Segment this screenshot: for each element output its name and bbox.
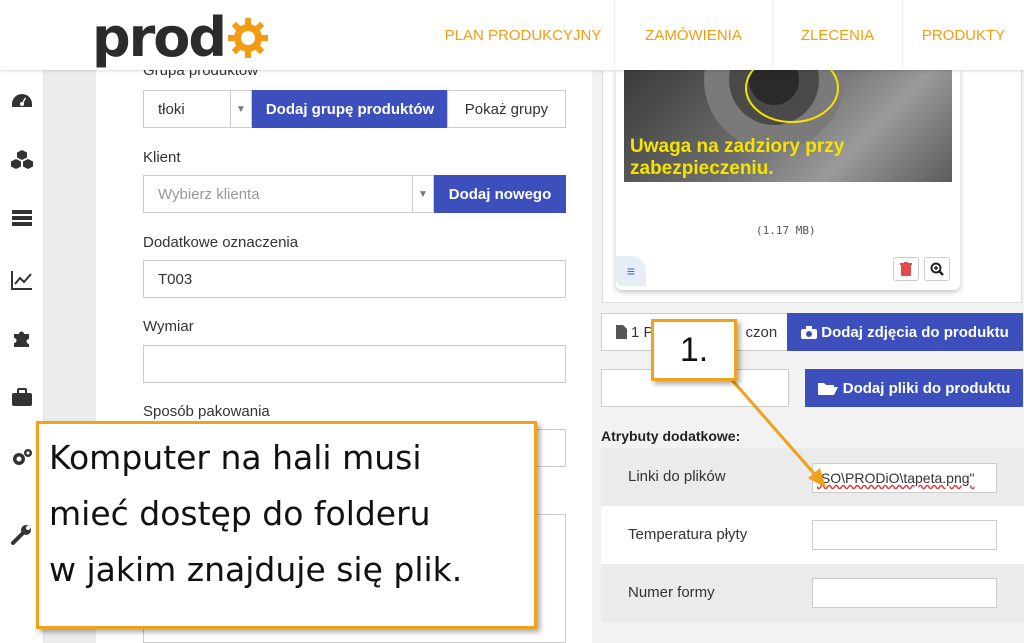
nav-zamowienia[interactable]: ZAMÓWIENIA xyxy=(614,0,772,70)
instruction-callout: Komputer na hali musi mieć dostęp do fol… xyxy=(36,421,537,629)
logo-text: prod xyxy=(92,6,227,69)
attribute-row: Linki do plików ISO\PRODiO\tapeta.png" xyxy=(601,448,1024,506)
instruction-line-2: mieć dostęp do folderu xyxy=(49,494,431,533)
attribute-input-mold-number[interactable] xyxy=(812,578,997,608)
group-dropdown-caret-icon[interactable]: ▼ xyxy=(230,90,252,128)
nav-zlecenia[interactable]: ZLECENIA xyxy=(772,0,902,70)
instruction-line-3: w jakim znajduje się plik. xyxy=(49,550,463,589)
attribute-label-mold-number: Numer formy xyxy=(628,584,715,601)
camera-icon xyxy=(801,325,818,339)
wrench-icon[interactable] xyxy=(10,522,34,546)
file-icon xyxy=(616,325,627,339)
attribute-value-links: ISO\PRODiO\tapeta.png" xyxy=(817,470,975,486)
dashboard-icon[interactable] xyxy=(10,90,34,114)
step-number-callout: 1. xyxy=(651,319,737,381)
photo-caption: Uwaga na zadziory przy zabezpieczeniu. xyxy=(630,136,845,179)
list-icon[interactable] xyxy=(10,206,34,230)
client-dropdown-caret-icon[interactable]: ▼ xyxy=(412,175,434,213)
instruction-line-1: Komputer na hali musi xyxy=(49,438,422,477)
chart-line-icon[interactable] xyxy=(10,268,34,292)
add-files-label: Dodaj pliki do produktu xyxy=(842,379,1011,397)
attribute-label-temperature: Temperatura płyty xyxy=(628,526,748,543)
gear-logo-icon xyxy=(228,18,269,58)
add-group-button[interactable]: Dodaj grupę produktów xyxy=(252,90,448,128)
dimension-input[interactable] xyxy=(143,345,566,383)
show-groups-button[interactable]: Pokaż grupy xyxy=(447,90,566,128)
folder-open-icon xyxy=(817,383,838,395)
group-select[interactable]: tłoki xyxy=(143,90,231,128)
attribute-input-temperature[interactable] xyxy=(812,520,997,550)
hamburger-menu-icon[interactable]: ≡ xyxy=(616,256,646,286)
main-nav: PLAN PRODUKCYJNY ZAMÓWIENIA ZLECENIA PRO… xyxy=(432,0,1024,70)
packing-label: Sposób pakowania xyxy=(143,403,270,420)
trash-icon[interactable] xyxy=(893,257,919,281)
cubes-icon[interactable] xyxy=(10,148,34,172)
add-client-button[interactable]: Dodaj nowego xyxy=(434,175,566,213)
puzzle-icon[interactable] xyxy=(10,326,34,350)
extra-input[interactable]: T003 xyxy=(143,260,566,298)
photos-count-suffix: czon xyxy=(745,323,778,341)
add-photos-button[interactable]: Dodaj zdjęcia do produktu xyxy=(787,313,1023,351)
gears-icon[interactable] xyxy=(10,446,34,470)
add-files-button[interactable]: Dodaj pliki do produktu xyxy=(805,369,1023,407)
zoom-icon[interactable] xyxy=(924,257,950,281)
dimension-label: Wymiar xyxy=(143,318,194,335)
top-navbar: prod PLAN PRODUKCYJNY ZAMÓWIENIA ZLECENI… xyxy=(0,0,1024,70)
attribute-row: Temperatura płyty xyxy=(601,506,1024,564)
product-photo[interactable]: Uwaga na zadziory przy zabezpieczeniu. xyxy=(624,70,952,182)
nav-produkty[interactable]: PRODUKTY xyxy=(902,0,1024,70)
app-page: prod PLAN PRODUKCYJNY ZAMÓWIENIA ZLECENI… xyxy=(0,0,1024,643)
client-select[interactable]: Wybierz klienta xyxy=(143,175,413,213)
client-label: Klient xyxy=(143,149,181,166)
image-filesize: (1.17 MB) xyxy=(756,224,816,237)
attributes-title: Atrybuty dodatkowe: xyxy=(601,428,741,444)
prodio-logo[interactable]: prod xyxy=(92,10,269,66)
nav-plan-produkcyjny[interactable]: PLAN PRODUKCYJNY xyxy=(432,0,614,70)
extra-label: Dodatkowe oznaczenia xyxy=(143,234,299,251)
add-photos-label: Dodaj zdjęcia do produktu xyxy=(821,323,1009,341)
attribute-label-links: Linki do plików xyxy=(628,468,726,485)
attribute-row: Numer formy xyxy=(601,564,1024,622)
briefcase-icon[interactable] xyxy=(10,386,34,410)
attribute-input-links[interactable]: ISO\PRODiO\tapeta.png" xyxy=(812,463,997,493)
